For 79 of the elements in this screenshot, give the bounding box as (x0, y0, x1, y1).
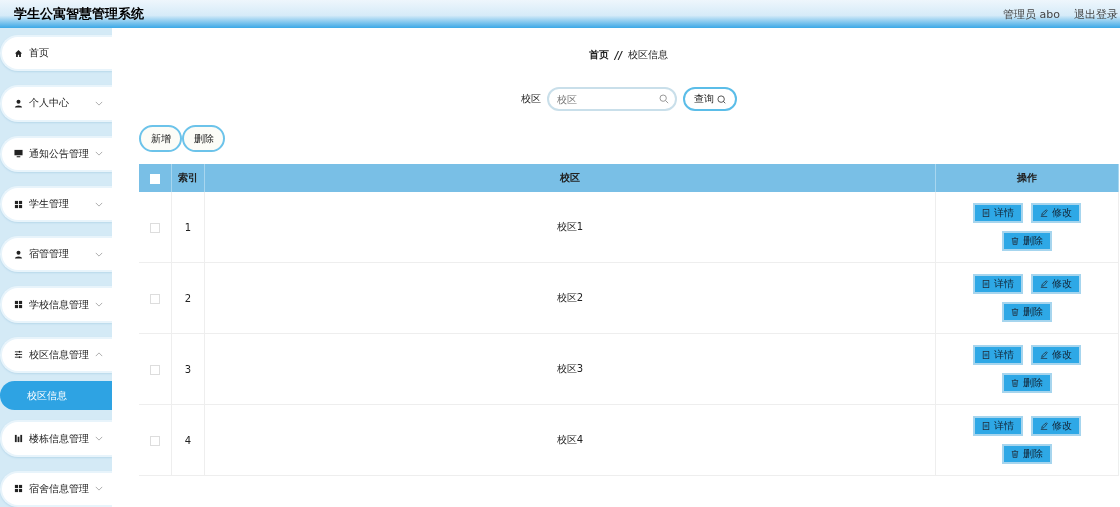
table-cell: 4 (184, 434, 192, 446)
grid-icon (14, 484, 23, 494)
sidebar-item[interactable]: 校区信息管理 (0, 336, 112, 374)
column-header: 校区 (204, 164, 936, 192)
app-title: 学生公寓智慧管理系统 (14, 5, 144, 23)
pencil-icon (1040, 209, 1048, 217)
details-button[interactable]: 详情 (973, 203, 1023, 223)
table-cell: 校区1 (556, 221, 584, 232)
user-name: 管理员 abo (1003, 6, 1060, 22)
select-all-checkbox[interactable] (150, 173, 160, 184)
chevron-icon (95, 151, 103, 157)
sidebar-item[interactable]: 通知公告管理 (0, 135, 112, 172)
edit-button[interactable]: 修改 (1031, 274, 1081, 294)
chevron-icon (95, 352, 103, 358)
table-cell: 校区2 (556, 292, 584, 303)
search-icon (658, 94, 669, 104)
sidebar-item[interactable]: 学校信息管理 (0, 286, 112, 323)
delete-button[interactable]: 删除 (1002, 302, 1052, 322)
row-checkbox[interactable] (150, 293, 160, 304)
pencil-icon (1040, 351, 1048, 359)
document-icon (982, 280, 990, 288)
breadcrumb-item: 校区信息 (628, 48, 669, 62)
chevron-icon (95, 251, 103, 257)
row-checkbox[interactable] (150, 364, 160, 375)
trash-icon (1011, 450, 1019, 458)
search-field[interactable]: 校区 (546, 87, 677, 111)
breadcrumb-item[interactable]: 首页 (588, 48, 609, 62)
document-icon (982, 422, 990, 430)
column-header: 操作 (935, 164, 1119, 192)
details-button[interactable]: 详情 (973, 416, 1023, 436)
chevron-icon (95, 486, 103, 492)
building-icon (14, 434, 23, 444)
details-button[interactable]: 详情 (973, 345, 1023, 365)
sidebar-item[interactable]: 个人中心 (0, 85, 112, 122)
delete-button[interactable]: 删除 (1002, 373, 1052, 393)
document-icon (982, 209, 990, 217)
column-header: 索引 (171, 164, 205, 192)
sidebar-item[interactable]: 宿舍信息管理 (0, 470, 112, 507)
trash-icon (1011, 237, 1019, 245)
pencil-icon (1040, 422, 1048, 430)
chevron-icon (95, 100, 103, 106)
edit-button[interactable]: 修改 (1031, 416, 1081, 436)
delete-button[interactable]: 删除 (182, 125, 225, 152)
chevron-icon (95, 302, 103, 308)
trash-icon (1011, 308, 1019, 316)
logout-link[interactable]: 退出登录 (1074, 6, 1118, 22)
sidebar-item[interactable]: 首页 (0, 35, 112, 72)
table-cell: 校区4 (556, 434, 584, 445)
sidebar-item[interactable]: 学生管理 (0, 185, 112, 223)
grid-icon (14, 300, 23, 310)
delete-button[interactable]: 删除 (1002, 231, 1052, 251)
table-cell: 2 (184, 292, 192, 304)
person-icon (14, 98, 23, 108)
search-icon (716, 94, 726, 104)
add-button[interactable]: 新增 (139, 125, 182, 152)
query-button[interactable]: 查询 (682, 87, 737, 111)
details-button[interactable]: 详情 (973, 274, 1023, 294)
table-cell: 1 (184, 221, 192, 233)
breadcrumb-separator: // (614, 49, 623, 61)
edit-button[interactable]: 修改 (1031, 203, 1081, 223)
delete-button[interactable]: 删除 (1002, 444, 1052, 464)
table-cell: 3 (184, 363, 192, 375)
sliders-icon (14, 350, 23, 360)
pencil-icon (1040, 280, 1048, 288)
person-icon (14, 249, 23, 259)
grid-icon (14, 199, 23, 209)
chevron-icon (95, 436, 103, 442)
sidebar-item[interactable]: 楼栋信息管理 (0, 420, 112, 457)
sidebar-item[interactable]: 宿管管理 (0, 236, 112, 273)
document-icon (982, 351, 990, 359)
house-icon (14, 48, 23, 58)
table-cell: 校区3 (556, 363, 584, 374)
trash-icon (1011, 379, 1019, 387)
monitor-icon (14, 149, 23, 159)
search-label: 校区 (520, 92, 541, 106)
row-checkbox[interactable] (150, 222, 160, 233)
chevron-icon (95, 201, 103, 207)
row-checkbox[interactable] (150, 435, 160, 446)
edit-button[interactable]: 修改 (1031, 345, 1081, 365)
